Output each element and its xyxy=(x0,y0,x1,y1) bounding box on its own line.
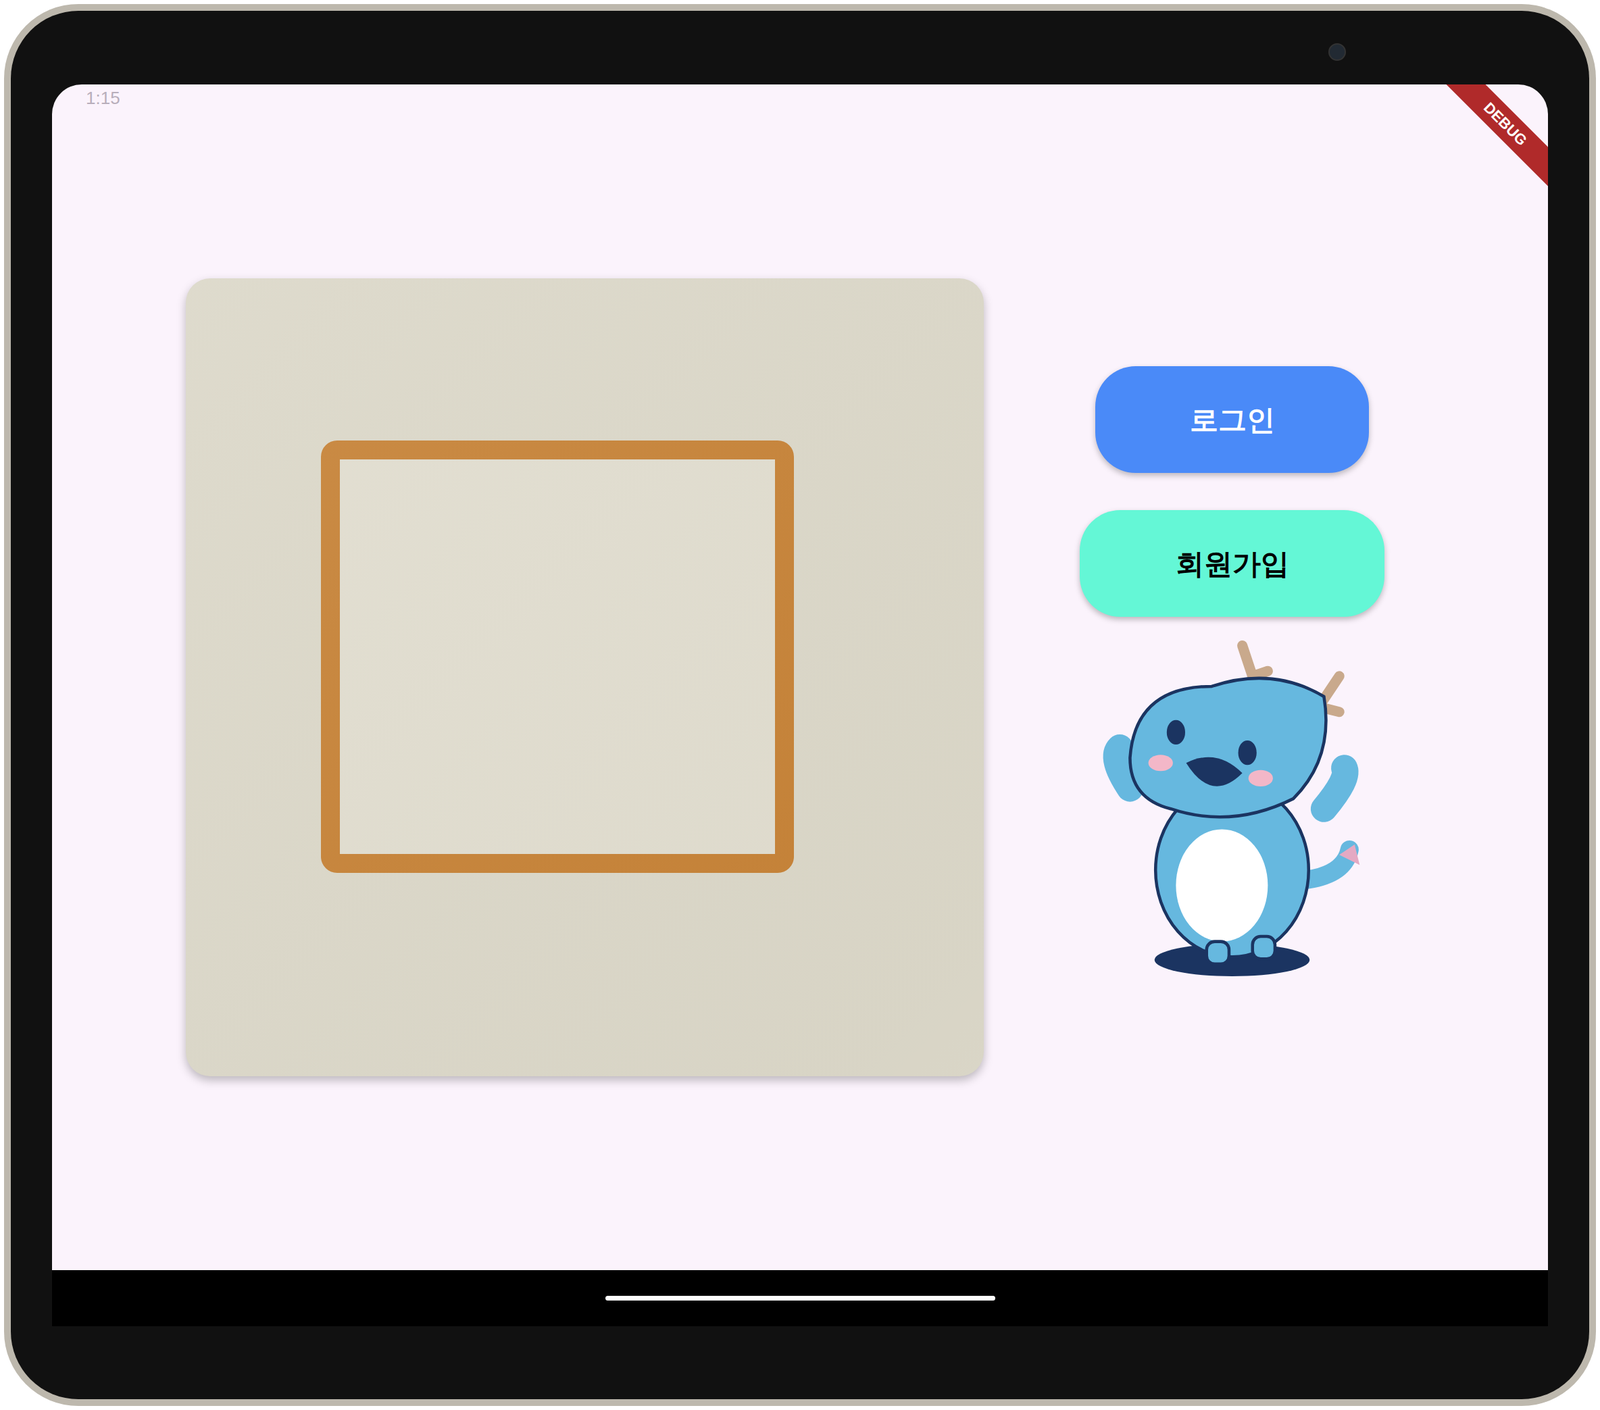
signup-button[interactable]: 회원가입 xyxy=(1079,510,1385,617)
device: 1:15 DEBUG 로그인회원가입 xyxy=(0,0,1600,1410)
home-indicator[interactable] xyxy=(605,1295,996,1301)
device-bezel: 1:15 DEBUG 로그인회원가입 xyxy=(10,10,1590,1400)
screen: 1:15 DEBUG 로그인회원가입 xyxy=(52,84,1548,1271)
content: 로그인회원가입 xyxy=(52,111,1548,1077)
camera-icon xyxy=(1328,43,1346,61)
actions: 로그인회원가입 xyxy=(1079,278,1385,988)
status-bar: 1:15 xyxy=(52,84,1548,112)
device-frame: 1:15 DEBUG 로그인회원가입 xyxy=(4,4,1596,1407)
debug-banner: DEBUG xyxy=(1440,84,1548,189)
navigation-bar xyxy=(52,1270,1548,1327)
hero-image xyxy=(185,278,984,1077)
login-button[interactable]: 로그인 xyxy=(1095,366,1369,473)
dragon-mascot-icon xyxy=(1089,635,1375,988)
status-time: 1:15 xyxy=(85,85,121,112)
